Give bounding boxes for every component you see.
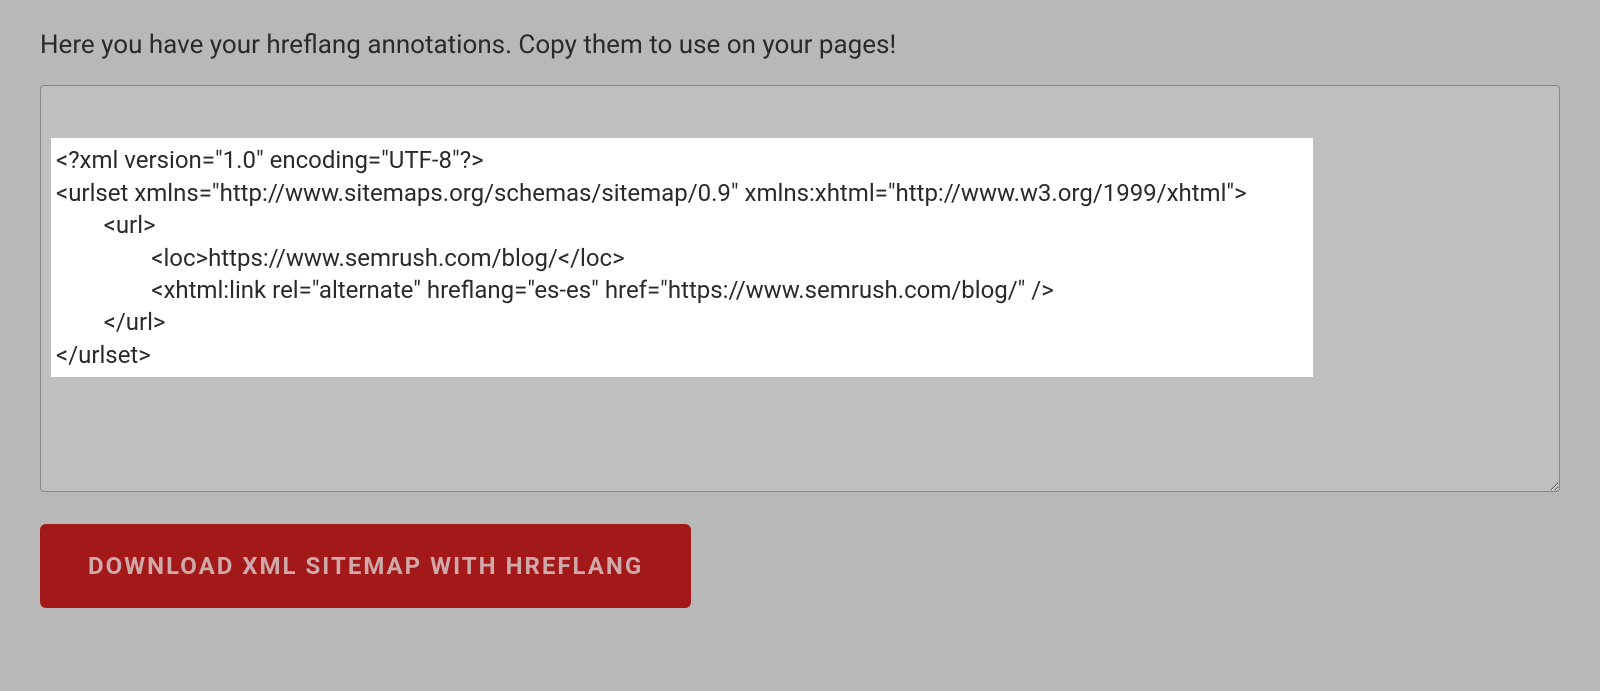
download-xml-sitemap-button[interactable]: DOWNLOAD XML SITEMAP WITH HREFLANG — [40, 524, 691, 608]
highlighted-code: <?xml version="1.0" encoding="UTF-8"?><u… — [51, 138, 1313, 377]
code-line: <loc>https://www.semrush.com/blog/</loc> — [56, 242, 1313, 274]
intro-text: Here you have your hreflang annotations.… — [40, 30, 1560, 60]
code-line: </urlset> — [56, 339, 1313, 371]
code-line: <xhtml:link rel="alternate" hreflang="es… — [56, 274, 1313, 306]
hreflang-code-output[interactable]: <?xml version="1.0" encoding="UTF-8"?><u… — [40, 85, 1560, 492]
code-line: <?xml version="1.0" encoding="UTF-8"?> — [56, 144, 1313, 176]
code-line: <urlset xmlns="http://www.sitemaps.org/s… — [56, 177, 1313, 209]
code-line: <url> — [56, 209, 1313, 241]
code-line: </url> — [56, 306, 1313, 338]
